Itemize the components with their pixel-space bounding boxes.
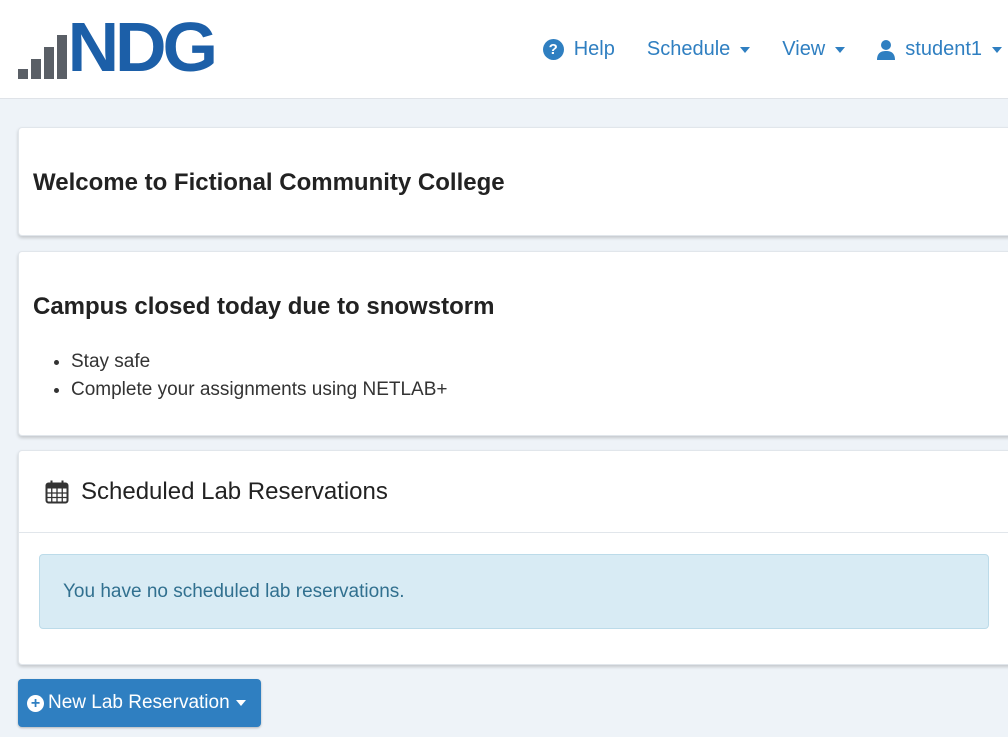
reservations-card: Scheduled Lab Reservations You have no s… <box>18 450 1008 665</box>
nav-user-label: student1 <box>905 38 982 60</box>
no-reservations-message: You have no scheduled lab reservations. <box>63 580 405 602</box>
ndg-logo[interactable]: NDG <box>18 8 219 86</box>
caret-down-icon <box>992 46 1002 53</box>
signal-bars-icon <box>18 23 67 79</box>
nav-help-label: Help <box>573 38 615 60</box>
new-lab-reservation-button[interactable]: + New Lab Reservation <box>18 679 261 727</box>
caret-down-icon <box>740 46 751 53</box>
calendar-icon <box>45 480 69 503</box>
announcement-list: Stay safe Complete your assignments usin… <box>71 348 447 404</box>
list-item: Stay safe <box>71 348 447 376</box>
user-icon <box>877 39 896 60</box>
nav-help[interactable]: ? Help <box>542 38 615 61</box>
welcome-title: Welcome to Fictional Community College <box>33 169 505 196</box>
plus-circle-icon: + <box>27 694 44 712</box>
main-nav: ? Help Schedule View student1 <box>511 0 1008 99</box>
announcement-title: Campus closed today due to snowstorm <box>33 293 495 320</box>
caret-down-icon <box>235 700 246 706</box>
top-navbar: NDG ? Help Schedule View student1 <box>0 0 1008 99</box>
reservations-header: Scheduled Lab Reservations <box>19 451 1008 533</box>
nav-view-label: View <box>782 38 826 60</box>
nav-schedule-dropdown[interactable]: Schedule <box>646 38 751 61</box>
question-circle-icon: ? <box>542 39 564 60</box>
nav-user-dropdown[interactable]: student1 <box>877 38 1002 61</box>
list-item: Complete your assignments using NETLAB+ <box>71 376 447 404</box>
new-lab-reservation-label: New Lab Reservation <box>48 692 230 713</box>
announcement-card: Campus closed today due to snowstorm Sta… <box>18 251 1008 436</box>
welcome-card: Welcome to Fictional Community College <box>18 127 1008 236</box>
nav-schedule-label: Schedule <box>646 38 731 60</box>
logo-text: NDG <box>67 8 219 86</box>
nav-view-dropdown[interactable]: View <box>782 38 846 61</box>
caret-down-icon <box>835 46 846 53</box>
reservations-title: Scheduled Lab Reservations <box>81 477 388 505</box>
no-reservations-alert: You have no scheduled lab reservations. <box>39 554 989 629</box>
